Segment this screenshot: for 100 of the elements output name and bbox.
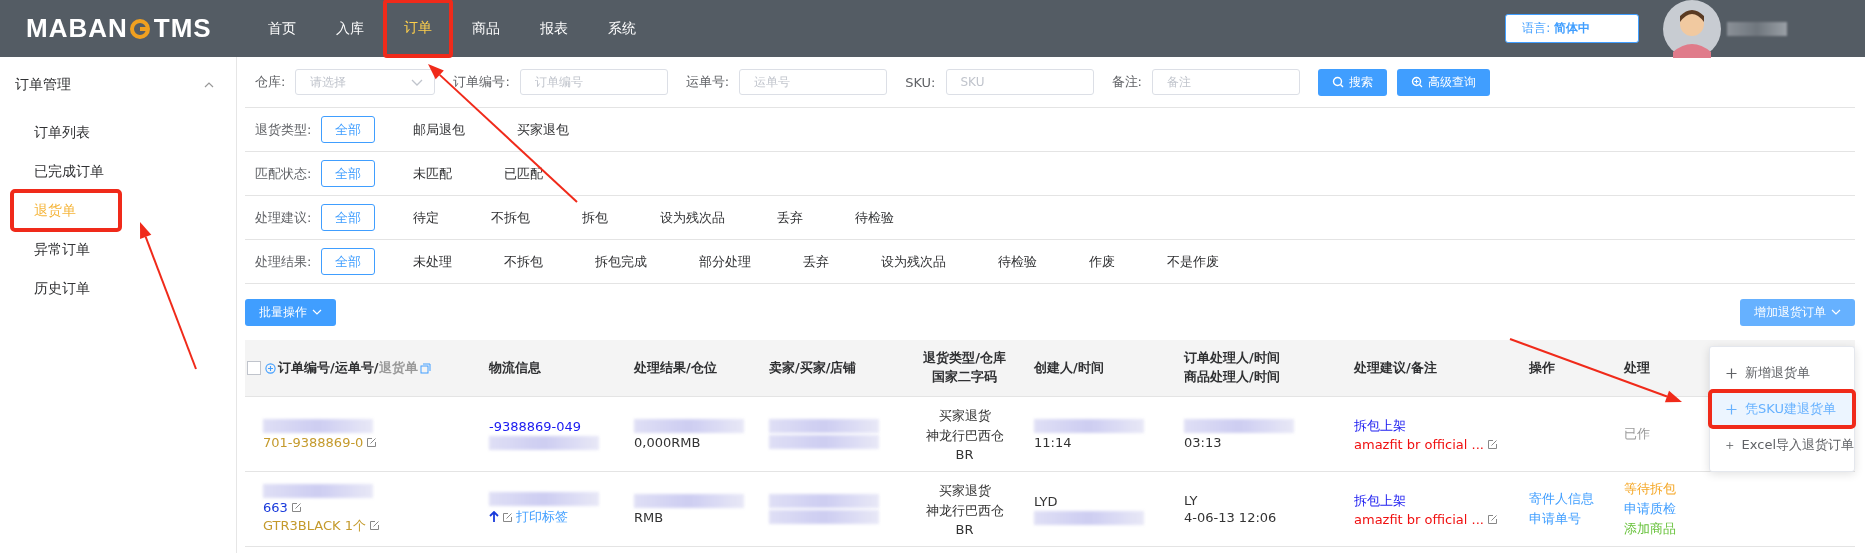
filter-option[interactable]: 未匹配 [399,160,467,187]
nav-tab[interactable]: 入库 [316,0,384,57]
cell-text: GTR3BLACK 1个 [263,516,366,535]
filter-option[interactable]: 待检验 [841,204,909,231]
filter-option[interactable]: 买家退包 [503,116,584,143]
cell-text: 701-9388869-0 [263,434,364,450]
cell-text: RMB [634,509,664,525]
warehouse-select[interactable]: 请选择 [295,69,436,95]
column-header: 处理 [1624,358,1650,377]
input-field[interactable]: SKU [945,69,1094,95]
nav-tab[interactable]: 系统 [588,0,656,57]
filter-option[interactable]: 不是作废 [1153,248,1234,275]
avatar-icon[interactable] [1663,0,1721,58]
expand-icon[interactable] [265,362,276,374]
field-label: 仓库: [255,73,286,91]
plus-icon [1726,439,1734,451]
filter-option[interactable]: 待检验 [984,248,1052,275]
caret-icon [312,309,322,315]
table-link[interactable]: 拆包上架 [1354,491,1406,510]
cell-text: 03:13 [1184,434,1222,450]
filter-option[interactable]: 邮局退包 [399,116,480,143]
edit-icon[interactable] [1486,438,1498,450]
field-label: 备注: [1111,73,1142,91]
menu-group[interactable]: 订单管理 [0,57,236,113]
nav-tab[interactable]: 报表 [520,0,588,57]
filter-option[interactable]: 拆包完成 [581,248,662,275]
cell-text: amazfit br official ... [1354,511,1484,527]
cell-text: 11:14 [1034,434,1072,450]
logo-text: MABAN [26,13,128,44]
zoom-in-icon [1410,76,1423,88]
sidebar-item[interactable]: 异常订单 [12,230,120,269]
edit-icon[interactable] [1486,513,1498,525]
column-header: 订单处理人/时间 商品处理人/时间 [1184,349,1280,386]
filter-label: 退货类型: [255,120,312,139]
filter-option[interactable]: 丢弃 [789,248,844,275]
logo-text: TMS [153,13,212,44]
filter-option[interactable]: 设为残次品 [867,248,961,275]
column-header: 处理结果/仓位 [634,358,717,377]
column-header: 卖家/买家/店铺 [769,358,857,377]
table-link[interactable]: -9388869-049 [489,418,582,434]
cell-text: 已作 [1624,425,1650,443]
filter-option[interactable]: 作废 [1075,248,1130,275]
menu-item[interactable]: 新增退货单 [1710,355,1854,391]
cell-text: amazfit br official ... [1354,436,1484,452]
filter-option[interactable]: 设为残次品 [646,204,740,231]
cell-text: LYD [1034,493,1058,509]
search-icon [1331,76,1344,88]
nav-tab[interactable]: 首页 [248,0,316,57]
filter-label: 匹配状态: [255,164,312,183]
table-link[interactable]: 拆包上架 [1354,416,1406,435]
edit-icon[interactable] [366,436,378,448]
copy-icon[interactable] [419,362,431,374]
filter-option[interactable]: 拆包 [568,204,623,231]
filter-option[interactable]: 丢弃 [763,204,818,231]
select-all-checkbox[interactable] [247,361,261,375]
cell-text: 等待拆包 [1624,480,1676,498]
sidebar-item[interactable]: 已完成订单 [12,152,120,191]
cell-text: BR [955,446,974,462]
column-header: 退货类型/仓库 国家二字码 [923,349,1006,386]
nav-tab[interactable]: 订单 [384,0,452,57]
caret-icon [411,79,424,86]
input-field[interactable]: 备注 [1151,69,1300,95]
edit-icon[interactable] [290,501,302,513]
cell-text: 神龙行巴西仓 [925,501,1004,520]
cell-text: 4-06-13 12:06 [1184,510,1277,525]
field-label: 订单编号: [453,73,510,91]
field-label: 运单号: [685,73,730,91]
filter-option[interactable]: 部分处理 [685,248,766,275]
filter-label: 处理结果: [255,252,312,271]
cell-text: 买家退货 [938,406,991,425]
edit-icon[interactable] [502,511,513,523]
sidebar-item[interactable]: 历史订单 [12,269,120,308]
cell-text: LY [1184,493,1198,508]
filter-label: 处理建议: [255,208,312,227]
sidebar-item[interactable]: 订单列表 [12,113,120,152]
cell-text: BR [955,521,974,537]
edit-icon[interactable] [369,520,380,531]
menu-item[interactable]: Excel导入退货订单 [1710,427,1854,463]
filter-option[interactable]: 待定 [399,204,454,231]
column-header: 创建人/时间 [1034,358,1104,377]
column-header: 操作 [1529,358,1555,377]
input-field[interactable]: 运单号 [739,69,888,95]
cell-text: 添加商品 [1624,520,1676,538]
plus-icon [1726,403,1737,415]
column-header: 物流信息 [489,358,541,377]
nav-tab[interactable]: 商品 [452,0,520,57]
redacted-name [1727,21,1787,36]
filter-option[interactable]: 不拆包 [490,248,558,275]
cell-text: 0,000RMB [634,434,701,450]
cell-text: 买家退货 [938,481,991,500]
filter-option[interactable]: 不拆包 [477,204,545,231]
field-label: SKU: [905,74,936,90]
caret-icon [1831,309,1841,315]
plus-icon [1726,367,1737,379]
table-link[interactable]: 663 [263,499,288,515]
cell-text: 神龙行巴西仓 [925,426,1004,445]
logo-icon [128,17,151,40]
filter-option[interactable]: 未处理 [399,248,467,275]
up-arrow-icon[interactable] [489,511,499,523]
filter-option[interactable]: 已匹配 [490,160,558,187]
